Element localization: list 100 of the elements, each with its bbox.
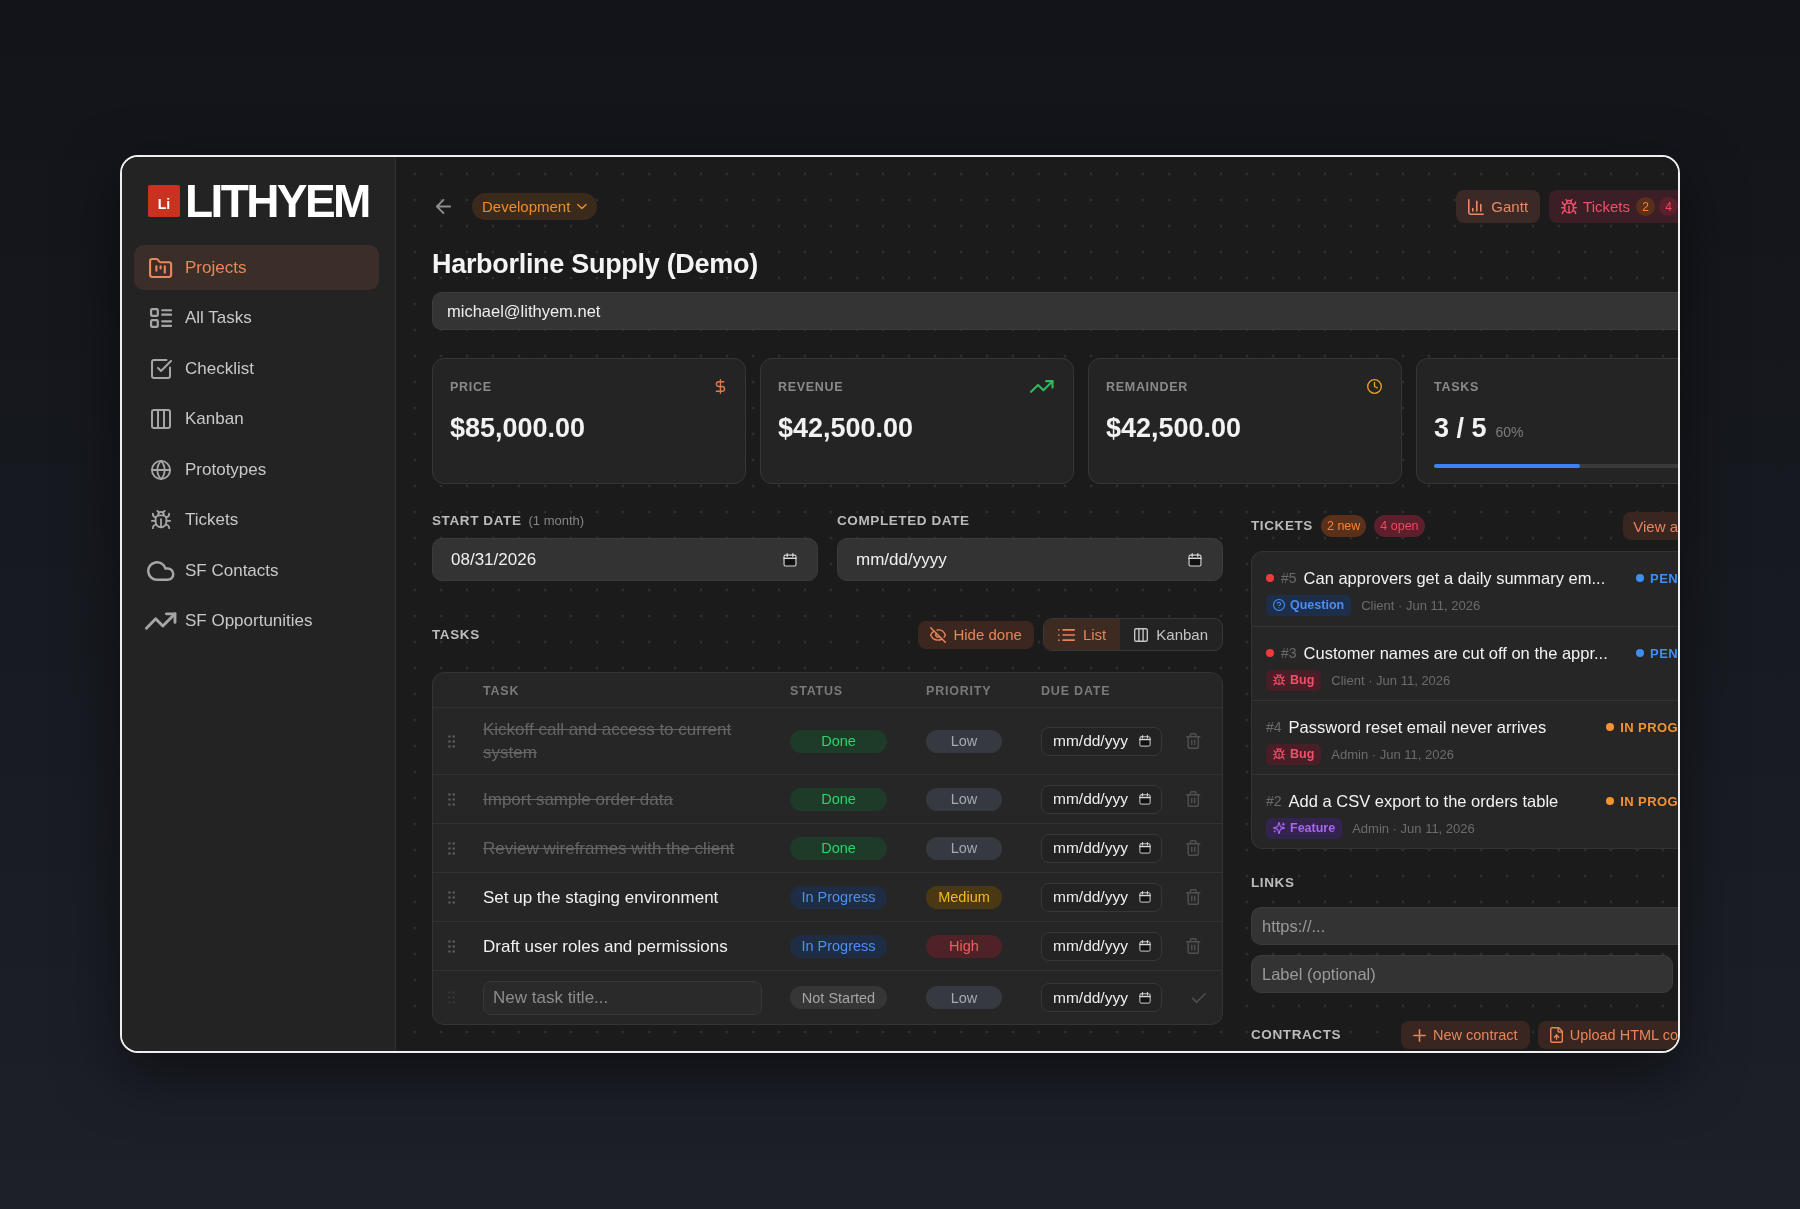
- field-label: START DATE: [432, 512, 522, 530]
- view-tab[interactable]: List: [1043, 619, 1121, 650]
- priority-tag[interactable]: Low: [926, 986, 1002, 1009]
- priority-tag[interactable]: Low: [926, 787, 1002, 811]
- ticket-title[interactable]: Password reset email never arrives: [1288, 717, 1547, 737]
- status-tag[interactable]: Done: [790, 729, 887, 753]
- column-header: TASK: [483, 684, 520, 698]
- view-all-button[interactable]: View a: [1623, 512, 1678, 540]
- nav-item[interactable]: All Tasks: [134, 295, 379, 341]
- url-field[interactable]: https://...: [1251, 907, 1678, 945]
- label-field[interactable]: Label (optional): [1251, 955, 1673, 993]
- task-title: Review wireframes with the client: [483, 837, 735, 860]
- tickets-button[interactable]: Tickets 2 4: [1549, 190, 1678, 223]
- calendar-icon[interactable]: [1139, 735, 1151, 747]
- nav-item[interactable]: SF Contacts: [134, 548, 379, 593]
- plus-icon: [1413, 1028, 1426, 1042]
- ticket-number: #4: [1266, 719, 1282, 735]
- section-label: CONTRACTS: [1251, 1026, 1342, 1044]
- brand-name: LITHYEM: [185, 184, 369, 218]
- dollar-icon: [715, 379, 726, 394]
- calendar-icon[interactable]: [1139, 940, 1151, 952]
- status-tag[interactable]: In Progress: [790, 885, 887, 909]
- status-tag[interactable]: In Progress: [790, 934, 887, 958]
- ticket-number: #2: [1266, 793, 1282, 809]
- new-contract-button[interactable]: New contract: [1401, 1021, 1530, 1049]
- sparkle-icon: [1273, 822, 1285, 834]
- date-field[interactable]: mm/dd/yyy: [1041, 726, 1162, 756]
- status-tag[interactable]: Done: [790, 836, 887, 860]
- stage-dropdown[interactable]: Development: [472, 193, 598, 220]
- section-label: TASKS: [432, 625, 480, 644]
- calendar-icon[interactable]: [1139, 793, 1151, 805]
- count-badge: 4 open: [1374, 515, 1425, 537]
- eye-off-icon: [930, 626, 947, 643]
- stat-value: $42,500.00: [1106, 412, 1242, 444]
- priority-tag[interactable]: Medium: [926, 885, 1002, 909]
- drag-handle-icon[interactable]: [448, 890, 456, 904]
- ticket-status: PEN: [1650, 570, 1678, 586]
- status-tag[interactable]: Not Started: [790, 986, 887, 1009]
- trash-icon[interactable]: [1186, 791, 1201, 807]
- priority-tag[interactable]: High: [926, 934, 1002, 958]
- trash-icon[interactable]: [1186, 840, 1201, 856]
- ticket-title[interactable]: Add a CSV export to the orders table: [1288, 791, 1559, 811]
- calendar-icon[interactable]: [1139, 991, 1151, 1004]
- date-field[interactable]: mm/dd/yyy: [1041, 983, 1162, 1012]
- date-field[interactable]: mm/dd/yyy: [1041, 931, 1162, 961]
- trash-icon[interactable]: [1186, 938, 1201, 954]
- stat-label: PRICE: [450, 379, 492, 394]
- back-icon[interactable]: [435, 198, 452, 215]
- view-tab[interactable]: Kanban: [1120, 619, 1222, 650]
- drag-handle-icon[interactable]: [448, 734, 456, 748]
- ticket-number: #5: [1281, 570, 1297, 586]
- calendar-icon[interactable]: [783, 552, 797, 567]
- column-header: DUE DATE: [1041, 684, 1111, 698]
- stat-label: TASKS: [1434, 379, 1479, 394]
- nav-item[interactable]: SF Opportunities: [134, 598, 379, 644]
- question-icon: [1273, 599, 1285, 611]
- trash-icon[interactable]: [1186, 889, 1201, 905]
- priority-tag[interactable]: Low: [926, 836, 1002, 860]
- trend-up-icon: [1030, 379, 1054, 394]
- drag-handle-icon[interactable]: [448, 792, 456, 806]
- task-list-icon: [149, 308, 173, 328]
- nav-item[interactable]: Projects: [134, 245, 379, 290]
- date-field[interactable]: mm/dd/yyy: [1041, 784, 1162, 814]
- date-field[interactable]: 08/31/2026: [432, 538, 818, 581]
- status-tag[interactable]: Done: [790, 787, 887, 811]
- field-note: (1 month): [528, 512, 585, 530]
- nav-item[interactable]: Checklist: [134, 346, 379, 391]
- calendar-icon[interactable]: [1139, 891, 1151, 903]
- drag-handle-icon[interactable]: [448, 939, 456, 953]
- email-field[interactable]: michael@lithyem.net: [432, 292, 1678, 330]
- ticket-title[interactable]: Customer names are cut off on the appr...: [1303, 643, 1608, 663]
- date-field[interactable]: mm/dd/yyyy: [837, 538, 1223, 581]
- calendar-icon[interactable]: [1139, 842, 1151, 854]
- new-task-field[interactable]: New task title...: [483, 980, 762, 1015]
- section-label: LINKS: [1251, 874, 1295, 892]
- clock-icon: [1367, 379, 1382, 394]
- nav-item[interactable]: Tickets: [134, 497, 379, 543]
- folder-icon: [149, 257, 173, 278]
- ticket-status: IN PROG: [1620, 719, 1678, 735]
- upload-button[interactable]: Upload HTML co: [1537, 1021, 1678, 1049]
- bug-icon: [1273, 748, 1285, 760]
- ticket-status: IN PROG: [1620, 793, 1678, 809]
- task-title: Import sample order data: [483, 788, 673, 811]
- ticket-title[interactable]: Can approvers get a daily summary em...: [1303, 568, 1606, 588]
- priority-tag[interactable]: Low: [926, 729, 1002, 753]
- stat-value: $42,500.00: [778, 412, 914, 444]
- calendar-icon[interactable]: [1188, 552, 1202, 567]
- date-field[interactable]: mm/dd/yyy: [1041, 882, 1162, 912]
- date-field[interactable]: mm/dd/yyy: [1041, 833, 1162, 863]
- stat-note: 60%: [1495, 423, 1524, 442]
- ticket-meta: Client · Jun 11, 2026: [1331, 672, 1451, 688]
- nav-item[interactable]: Kanban: [134, 396, 379, 442]
- trash-icon[interactable]: [1186, 733, 1201, 749]
- hide-done-button[interactable]: Hide done: [918, 620, 1034, 649]
- gantt-button[interactable]: Gantt: [1456, 190, 1541, 223]
- check-icon[interactable]: [1192, 992, 1206, 1003]
- task-title: Set up the staging environment: [483, 886, 719, 909]
- nav-item[interactable]: Prototypes: [134, 447, 379, 492]
- drag-handle-icon[interactable]: [448, 841, 456, 855]
- type-tag: Feature: [1266, 817, 1343, 839]
